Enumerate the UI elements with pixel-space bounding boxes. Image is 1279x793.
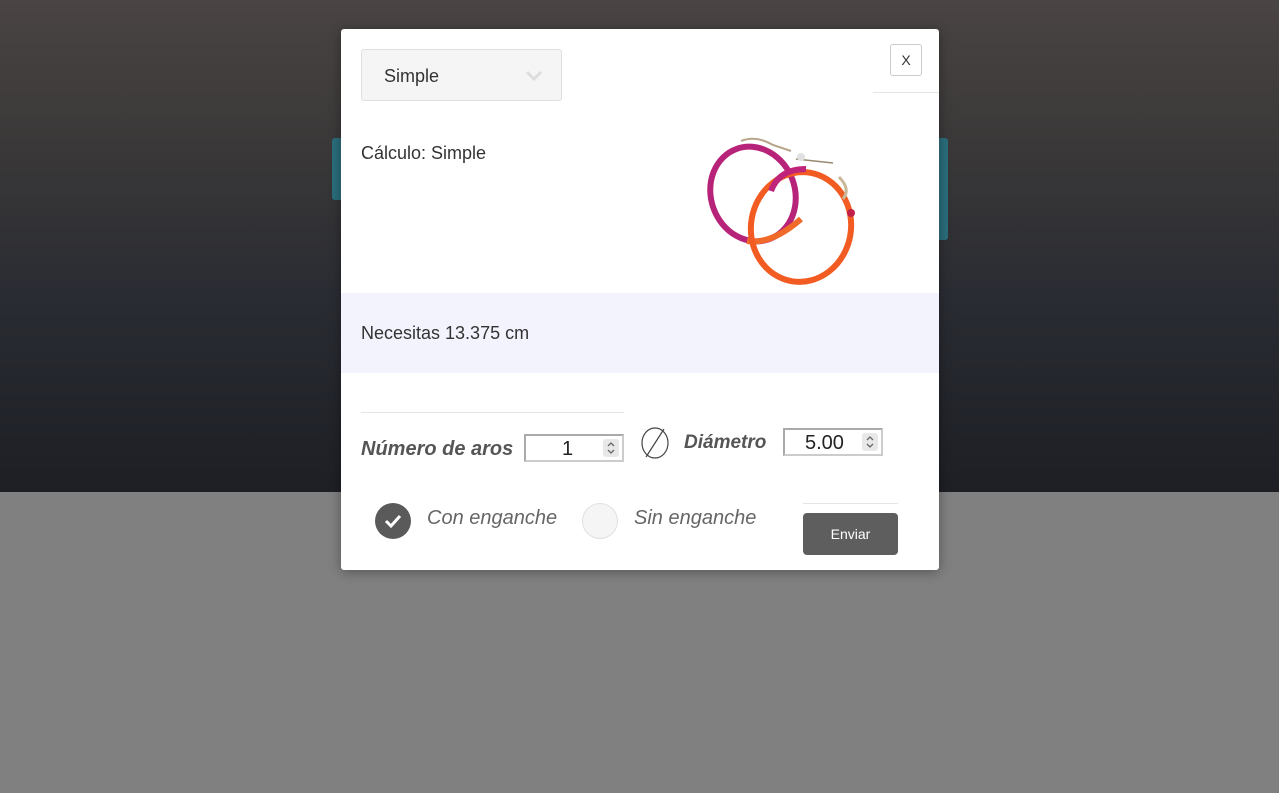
chevron-down-icon xyxy=(525,68,543,82)
hoops-label: Número de aros xyxy=(361,438,514,460)
calculator-modal: Simple X Cálculo: Simple Necesitas 13.37… xyxy=(341,29,939,570)
diameter-label: Diámetro xyxy=(684,432,767,453)
diameter-icon xyxy=(640,426,670,460)
spinner-icon[interactable] xyxy=(603,439,619,457)
radio-sin-enganche[interactable] xyxy=(582,503,618,539)
option-sin-enganche-label: Sin enganche xyxy=(634,507,757,529)
check-icon xyxy=(384,514,402,529)
divider xyxy=(361,412,624,413)
earring-image xyxy=(701,129,871,289)
calculation-label: Cálculo: Simple xyxy=(361,143,487,163)
calculation-type-select[interactable]: Simple xyxy=(361,49,562,101)
send-button[interactable]: Enviar xyxy=(803,513,898,555)
close-button[interactable]: X xyxy=(890,44,922,76)
divider xyxy=(873,92,939,93)
hoops-value: 1 xyxy=(562,438,574,460)
diameter-value: 5.00 xyxy=(805,432,844,454)
hoops-input[interactable]: 1 xyxy=(524,434,624,462)
result-panel: Necesitas 13.375 cm xyxy=(341,293,939,373)
option-con-enganche-label: Con enganche xyxy=(427,507,558,529)
result-text: Necesitas 13.375 cm xyxy=(361,323,530,343)
diameter-input[interactable]: 5.00 xyxy=(783,428,883,456)
radio-con-enganche[interactable] xyxy=(375,503,411,539)
divider xyxy=(803,503,898,504)
spinner-icon[interactable] xyxy=(862,433,878,451)
select-value: Simple xyxy=(384,66,440,86)
